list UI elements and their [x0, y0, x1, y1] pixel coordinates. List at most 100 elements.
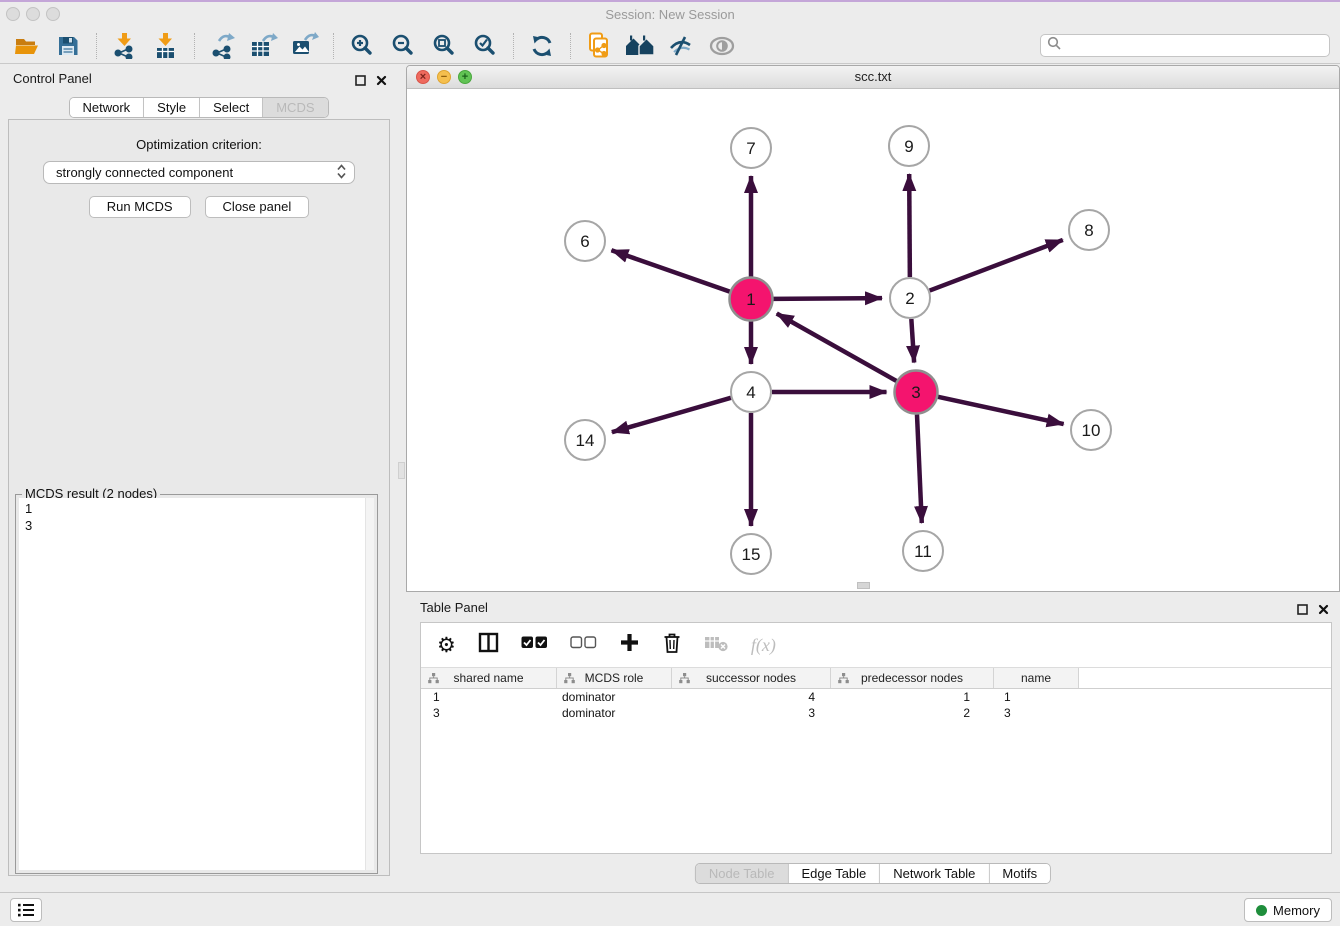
import-table-icon[interactable] [149, 31, 183, 61]
save-session-icon[interactable] [51, 31, 85, 61]
tab-motifs[interactable]: Motifs [989, 864, 1050, 883]
graph-edge-3-10[interactable] [938, 397, 1064, 424]
float-panel-icon[interactable] [1297, 602, 1308, 620]
tab-style[interactable]: Style [144, 98, 200, 117]
zoom-in-icon[interactable] [345, 31, 379, 61]
column-header-predecessor-nodes[interactable]: predecessor nodes [831, 668, 994, 688]
hierarchy-icon [838, 673, 849, 687]
graph-node-label-8: 8 [1084, 221, 1093, 240]
close-panel-icon[interactable] [376, 73, 387, 91]
graph-edge-4-14[interactable] [612, 398, 731, 432]
cell-successor-nodes[interactable]: 3 [672, 706, 831, 720]
open-session-icon[interactable] [10, 31, 44, 61]
refresh-icon[interactable] [525, 31, 559, 61]
graph-edge-2-8[interactable] [930, 240, 1063, 291]
toolbar-separator [96, 33, 97, 59]
graph-edge-1-2[interactable] [773, 298, 882, 299]
zoom-selected-icon[interactable] [468, 31, 502, 61]
zoom-fit-icon[interactable] [427, 31, 461, 61]
hierarchy-icon [679, 673, 690, 687]
optimization-criterion-select[interactable]: strongly connected component [43, 161, 355, 184]
export-table-icon[interactable] [247, 31, 281, 61]
minimize-window-button[interactable] [26, 7, 40, 21]
delete-table-icon [704, 634, 729, 657]
graph-edge-2-3[interactable] [911, 319, 914, 363]
cell-name[interactable]: 1 [994, 690, 1079, 704]
toolbar-separator [194, 33, 195, 59]
close-window-button[interactable] [6, 7, 20, 21]
network-minimize-icon[interactable]: − [437, 70, 451, 84]
toolbar-separator [333, 33, 334, 59]
network-graph: 7968124314101511 [407, 90, 1339, 592]
search-input[interactable] [1065, 39, 1323, 53]
column-header-mcds-role[interactable]: MCDS role [557, 668, 672, 688]
graph-node-label-9: 9 [904, 137, 913, 156]
export-image-icon[interactable] [288, 31, 322, 61]
network-maximize-icon[interactable]: + [458, 70, 472, 84]
task-history-button[interactable] [10, 898, 42, 922]
import-network-icon[interactable] [108, 31, 142, 61]
table-panel-tabs: Node Table Edge Table Network Table Moti… [695, 863, 1051, 884]
graph-edge-1-6[interactable] [611, 250, 729, 291]
tab-network-table[interactable]: Network Table [880, 864, 989, 883]
column-visibility-icon[interactable] [478, 632, 499, 658]
graph-node-label-15: 15 [742, 545, 761, 564]
run-mcds-button[interactable]: Run MCDS [89, 196, 191, 218]
close-panel-button[interactable]: Close panel [205, 196, 310, 218]
column-header-shared-name[interactable]: shared name [421, 668, 557, 688]
maximize-window-button[interactable] [46, 7, 60, 21]
float-panel-icon[interactable] [355, 73, 366, 91]
result-scrollbar[interactable] [365, 498, 374, 870]
close-panel-icon[interactable] [1318, 602, 1329, 620]
graph-node-label-4: 4 [746, 383, 755, 402]
network-canvas[interactable]: 7968124314101511 [407, 90, 1339, 591]
tab-select[interactable]: Select [200, 98, 263, 117]
cell-mcds-role[interactable]: dominator [557, 706, 672, 720]
clone-network-icon[interactable] [582, 31, 616, 61]
network-window-titlebar[interactable]: × − + scc.txt [407, 66, 1339, 89]
export-network-icon[interactable] [206, 31, 240, 61]
cell-shared-name[interactable]: 1 [421, 690, 557, 704]
cell-mcds-role[interactable]: dominator [557, 690, 672, 704]
add-column-icon[interactable] [619, 632, 640, 658]
memory-status-icon [1256, 905, 1267, 916]
tab-network[interactable]: Network [69, 98, 144, 117]
delete-column-icon[interactable] [662, 631, 682, 659]
mcds-result-text[interactable]: 1 3 [19, 498, 374, 870]
cell-successor-nodes[interactable]: 4 [672, 690, 831, 704]
memory-button[interactable]: Memory [1244, 898, 1332, 922]
table-settings-icon[interactable]: ⚙ [437, 635, 456, 656]
vertical-splitter-handle[interactable] [398, 462, 405, 479]
deselect-all-icon[interactable] [570, 636, 597, 654]
table-toolbar: ⚙ f(x) [421, 623, 1331, 667]
table-row[interactable]: 3 dominator 3 2 3 [421, 705, 1331, 721]
main-toolbar [0, 28, 1340, 63]
graph-node-label-1: 1 [746, 290, 755, 309]
graph-edge-2-9[interactable] [909, 174, 910, 277]
graph-node-label-3: 3 [911, 383, 920, 402]
network-close-icon[interactable]: × [416, 70, 430, 84]
search-box[interactable] [1040, 34, 1330, 57]
control-panel-tabs: Network Style Select MCDS [68, 97, 328, 118]
search-icon [1047, 36, 1061, 55]
cell-name[interactable]: 3 [994, 706, 1079, 720]
column-header-successor-nodes[interactable]: successor nodes [672, 668, 831, 688]
select-all-icon[interactable] [521, 636, 548, 654]
column-header-name[interactable]: name [994, 668, 1079, 688]
cell-predecessor-nodes[interactable]: 1 [831, 690, 994, 704]
memory-label: Memory [1273, 903, 1320, 918]
tab-mcds[interactable]: MCDS [263, 98, 327, 117]
first-neighbors-icon[interactable] [623, 31, 657, 61]
graph-edge-3-1[interactable] [777, 313, 897, 380]
zoom-out-icon[interactable] [386, 31, 420, 61]
tab-edge-table[interactable]: Edge Table [788, 864, 880, 883]
cell-shared-name[interactable]: 3 [421, 706, 557, 720]
graph-edge-3-11[interactable] [917, 414, 922, 523]
table-row[interactable]: 1 dominator 4 1 1 [421, 689, 1331, 705]
cell-predecessor-nodes[interactable]: 2 [831, 706, 994, 720]
graph-node-label-6: 6 [580, 232, 589, 251]
tab-node-table[interactable]: Node Table [696, 864, 789, 883]
horizontal-splitter-handle[interactable] [857, 582, 870, 589]
hide-selected-icon[interactable] [664, 31, 698, 61]
show-all-icon[interactable] [705, 31, 739, 61]
